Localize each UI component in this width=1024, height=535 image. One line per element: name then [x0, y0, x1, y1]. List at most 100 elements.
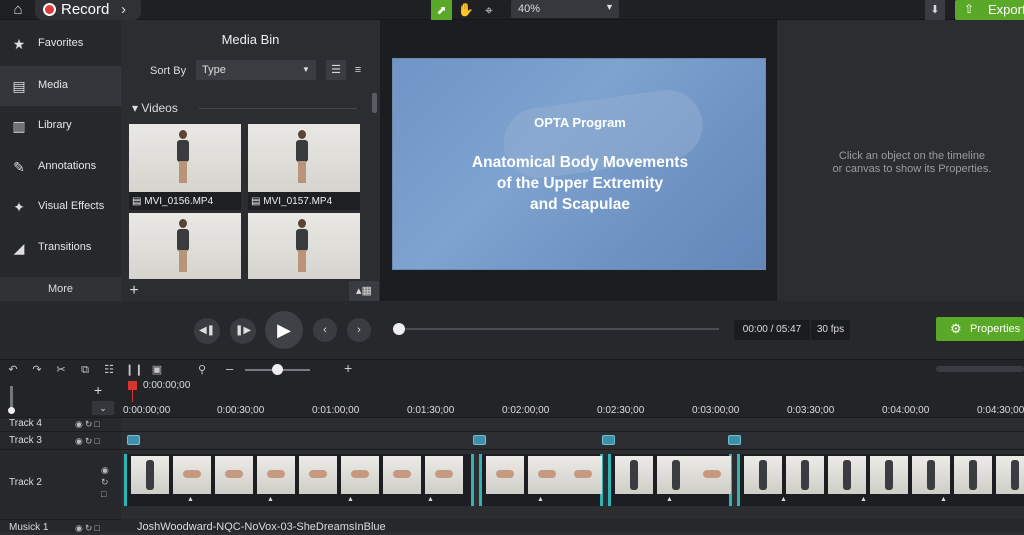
nav-item-visual-effects[interactable]: ✦ Visual Effects	[0, 187, 121, 227]
undo-icon[interactable]: ↶	[5, 362, 21, 378]
media-thumbnail[interactable]	[129, 213, 241, 279]
transition-marker[interactable]	[728, 435, 741, 445]
more-button[interactable]: More	[0, 277, 121, 301]
track-eye-lock-icons[interactable]: ◉ ↻ □	[101, 464, 115, 500]
zoom-in-icon[interactable]: +	[344, 360, 352, 376]
copy-icon[interactable]: ⧉	[77, 362, 93, 378]
record-button[interactable]: Record ›	[35, 0, 141, 20]
step-forward-icon[interactable]: ❚▶	[230, 318, 256, 344]
previous-clip-icon[interactable]: ◀❚	[194, 318, 220, 344]
nav-label: Favorites	[38, 37, 84, 49]
track-2-lane[interactable]: ▲ ▲ ▲ ▲ ▲ ▲ ▲ ▲ ▲	[121, 449, 1024, 517]
transition-marker[interactable]	[602, 435, 615, 445]
ruler-label: 0:03:00;00	[692, 405, 740, 416]
media-thumbnail[interactable]: ▤ MVI_0157.MP4	[248, 124, 360, 210]
track-header-4[interactable]: Track 4 ◉↻□	[0, 417, 121, 431]
chevron-down-icon[interactable]: ⌄	[92, 401, 114, 415]
chevron-right-icon[interactable]: ›	[347, 318, 371, 342]
track-height-handle[interactable]	[8, 407, 15, 414]
nav-item-annotations[interactable]: ✎ Annotations	[0, 147, 121, 187]
export-button[interactable]: ⇧ Export	[955, 0, 1024, 20]
music-clip-name[interactable]: JoshWoodward-NQC-NoVox-03-SheDreamsInBlu…	[137, 521, 386, 532]
nav-item-transitions[interactable]: ◢ Transitions	[0, 228, 121, 268]
file-name: ▤ MVI_0156.MP4	[132, 196, 214, 207]
track-4-lane[interactable]	[121, 417, 1024, 431]
split-icon[interactable]: ❙❙	[125, 362, 143, 378]
timeline-horizontal-scrollbar[interactable]	[936, 366, 1024, 372]
canvas-title-main[interactable]: Anatomical Body Movements of the Upper E…	[393, 152, 765, 215]
media-thumbnail[interactable]	[248, 213, 360, 279]
add-media-icon[interactable]: +	[124, 281, 144, 301]
track-headers: + ⌄ Track 4 ◉↻□ Track 3 ◉↻□ Track 2 ◉ ↻ …	[0, 379, 121, 535]
crop-tool-icon[interactable]: ⌖	[479, 0, 499, 20]
paste-icon[interactable]: ☷	[101, 362, 117, 378]
download-icon[interactable]: ⬇	[925, 0, 945, 20]
track-eye-lock-icons[interactable]: ◉↻□	[75, 523, 102, 534]
pointer-tool-icon[interactable]: ⬈	[431, 0, 452, 20]
track-name: Track 4	[9, 418, 42, 429]
media-thumbnail[interactable]: ▤ MVI_0156.MP4	[129, 124, 241, 210]
details-view-icon[interactable]: ☰	[326, 60, 346, 80]
add-track-icon[interactable]: +	[94, 382, 102, 398]
clip-marker-icon: ▲	[537, 496, 544, 503]
video-clip[interactable]: ▲	[479, 454, 603, 506]
sort-type-value: Type	[202, 64, 226, 76]
playhead-time: 0:00:00;00	[143, 380, 191, 391]
nav-label: Media	[38, 79, 68, 91]
media-bin-scrollbar[interactable]	[372, 93, 377, 113]
playhead[interactable]	[128, 381, 137, 390]
clip-marker-icon: ▲	[187, 496, 194, 503]
nav-item-media[interactable]: ▤ Media	[0, 66, 121, 106]
timeline-ruler[interactable]: 0:00:00;00 0:00:00;00 0:00:30;00 0:01:00…	[121, 379, 1024, 417]
video-clip[interactable]: ▲	[608, 454, 732, 506]
redo-icon[interactable]: ↷	[29, 362, 45, 378]
nav-label: Transitions	[38, 241, 92, 253]
music-track-lane[interactable]: JoshWoodward-NQC-NoVox-03-SheDreamsInBlu…	[121, 519, 1024, 532]
hand-tool-icon[interactable]: ✋	[456, 0, 476, 20]
cut-icon[interactable]: ✂	[53, 362, 69, 378]
track-header-2[interactable]: Track 2 ◉ ↻ □	[0, 449, 121, 517]
camera-icon[interactable]: ▣	[149, 362, 165, 378]
sort-order-icon[interactable]: ≡	[348, 60, 368, 80]
side-navigation: ★ Favorites ▤ Media ▥ Library ✎ Annotati…	[0, 20, 121, 301]
chevron-right-icon[interactable]: ›	[121, 1, 126, 18]
track-header-controls: + ⌄	[0, 379, 121, 417]
video-clip[interactable]: ▲ ▲ ▲	[737, 454, 1024, 506]
export-icon: ⇧	[964, 2, 975, 16]
zoom-select[interactable]: 40% ▼	[511, 0, 619, 18]
properties-button[interactable]: ⚙ Properties	[936, 317, 1024, 341]
nav-item-library[interactable]: ▥ Library	[0, 106, 121, 146]
track-name: Track 3	[9, 435, 42, 446]
sort-type-select[interactable]: Type ▼	[196, 60, 316, 80]
timeline-zoom-handle[interactable]	[272, 364, 283, 375]
track-header-3[interactable]: Track 3 ◉↻□	[0, 431, 121, 449]
transition-marker[interactable]	[473, 435, 486, 445]
clip-marker-icon: ▲	[940, 496, 947, 503]
nav-item-favorites[interactable]: ★ Favorites	[0, 24, 121, 64]
search-icon[interactable]: ⚲	[194, 362, 210, 378]
track-3-lane[interactable]	[121, 431, 1024, 449]
track-eye-lock-icons[interactable]: ◉↻□	[75, 436, 102, 447]
transition-marker[interactable]	[127, 435, 140, 445]
chevron-left-icon[interactable]: ‹	[313, 318, 337, 342]
play-icon[interactable]: ▶	[265, 311, 303, 349]
canvas-title-small[interactable]: OPTA Program	[393, 115, 765, 130]
track-header-music[interactable]: Musick 1 ◉↻□	[0, 519, 121, 535]
preview-canvas[interactable]: OPTA Program Anatomical Body Movements o…	[392, 58, 766, 270]
videos-section-header[interactable]: ▾ Videos	[132, 101, 178, 115]
scrub-handle[interactable]	[393, 323, 405, 335]
home-icon[interactable]: ⌂	[7, 0, 29, 20]
file-name: ▤ MVI_0157.MP4	[251, 196, 333, 207]
section-divider	[199, 108, 357, 109]
video-clip[interactable]: ▲ ▲ ▲ ▲	[124, 454, 474, 506]
ruler-label: 0:04:30;00	[977, 405, 1024, 416]
track-name: Track 2	[9, 477, 42, 488]
timeline[interactable]: 0:00:00;00 0:00:00;00 0:00:30;00 0:01:00…	[121, 379, 1024, 532]
track-eye-lock-icons[interactable]: ◉↻□	[75, 419, 102, 430]
zoom-out-icon[interactable]: –	[226, 361, 233, 376]
fps-readout[interactable]: 30 fps	[811, 320, 850, 340]
scrub-bar[interactable]	[399, 328, 719, 330]
video-preview	[129, 213, 241, 279]
grid-view-icon[interactable]: ▴▦	[349, 281, 379, 301]
clip-marker-icon: ▲	[860, 496, 867, 503]
